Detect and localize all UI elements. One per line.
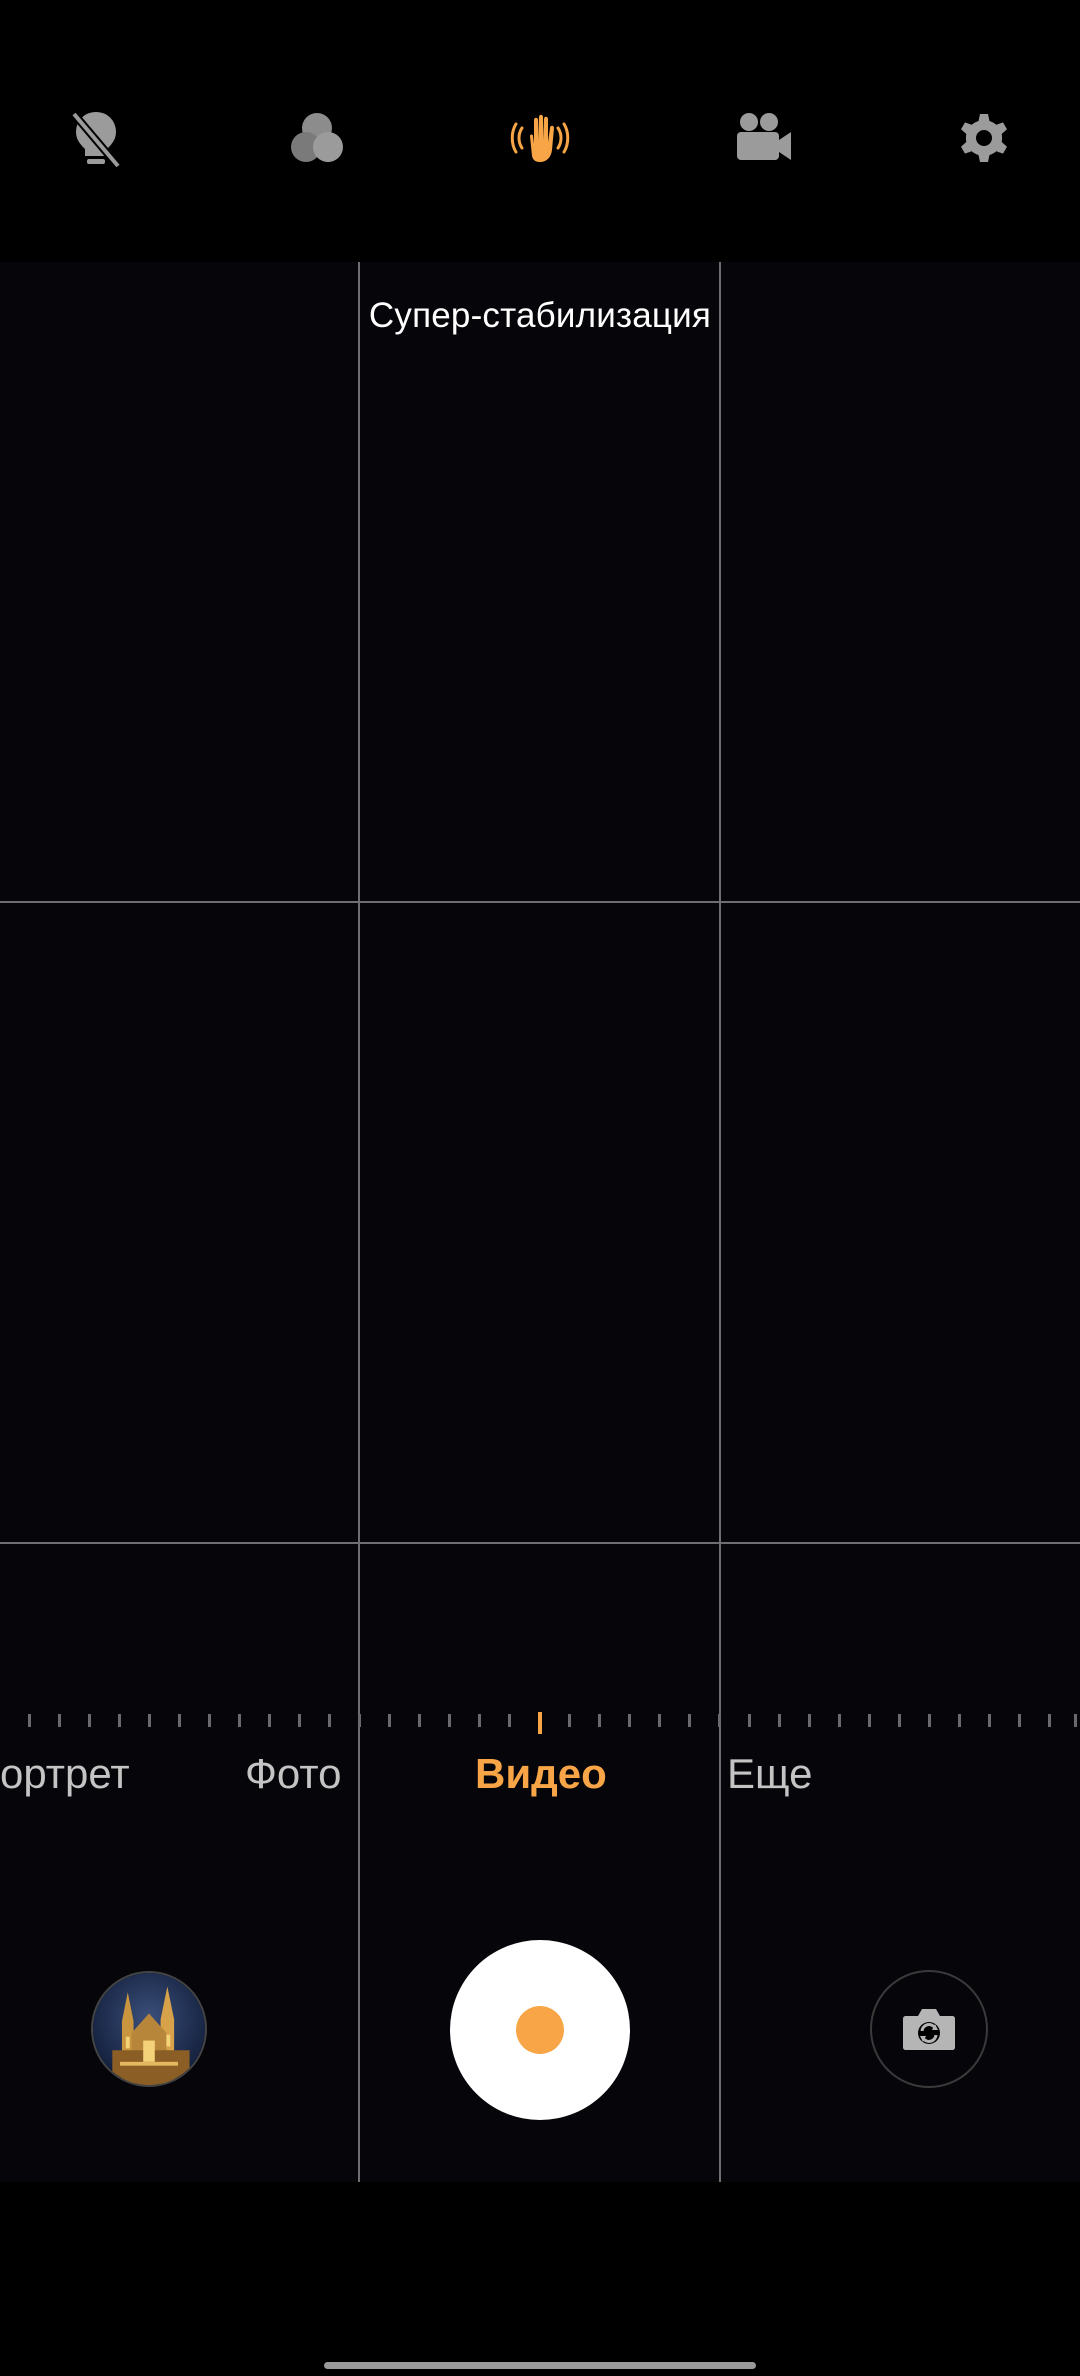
ruler-tick — [988, 1714, 991, 1727]
ruler-tick — [868, 1714, 871, 1727]
ruler-tick — [58, 1714, 61, 1727]
home-indicator[interactable] — [324, 2362, 756, 2369]
ruler-tick — [88, 1714, 91, 1727]
ruler-tick — [148, 1714, 151, 1727]
ruler-tick — [328, 1714, 331, 1727]
ruler-tick — [358, 1714, 361, 1727]
ruler-tick — [448, 1714, 451, 1727]
flash-off-glyph — [70, 111, 122, 169]
record-button[interactable] — [450, 1940, 630, 2120]
stabilization-mode-label: Супер-стабилизация — [368, 296, 712, 335]
ruler-tick — [778, 1714, 781, 1727]
ruler-tick — [298, 1714, 301, 1727]
ruler-tick — [418, 1714, 421, 1727]
ruler-tick — [838, 1714, 841, 1727]
zoom-ruler[interactable] — [0, 1712, 1080, 1734]
ruler-tick — [178, 1714, 181, 1727]
ruler-tick — [598, 1714, 601, 1727]
mode-video[interactable]: Видео — [475, 1750, 607, 1798]
mode-portrait[interactable]: ортрет — [0, 1750, 130, 1798]
gallery-thumbnail[interactable] — [91, 1971, 207, 2087]
filters-glyph — [291, 113, 343, 162]
ruler-tick — [508, 1714, 511, 1727]
switch-camera-icon — [903, 2009, 955, 2050]
ruler-tick — [898, 1714, 901, 1727]
cathedral-photo-thumbnail — [93, 1973, 205, 2085]
grid-line-vertical-1 — [358, 262, 360, 2182]
mode-photo[interactable]: Фото — [245, 1750, 342, 1798]
ruler-tick — [958, 1714, 961, 1727]
ruler-tick — [268, 1714, 271, 1727]
video-camera-glyph — [737, 113, 791, 160]
top-toolbar — [0, 0, 1080, 262]
flash-off-icon[interactable] — [58, 100, 134, 176]
ruler-tick — [1074, 1714, 1077, 1727]
ruler-tick — [718, 1714, 721, 1727]
stabilization-glyph — [510, 114, 570, 162]
ruler-tick — [1018, 1714, 1021, 1727]
settings-glyph — [961, 114, 1007, 162]
filters-icon[interactable] — [279, 100, 355, 176]
record-dot-icon — [516, 2006, 564, 2054]
grid-line-horizontal-2 — [0, 1542, 1080, 1544]
ruler-tick — [388, 1714, 391, 1727]
ruler-tick — [928, 1714, 931, 1727]
ruler-tick — [658, 1714, 661, 1727]
mode-more[interactable]: Еще — [727, 1750, 812, 1798]
grid-line-vertical-2 — [719, 262, 721, 2182]
ruler-tick — [208, 1714, 211, 1727]
ruler-current-marker — [538, 1712, 542, 1734]
grid-line-horizontal-1 — [0, 901, 1080, 903]
stabilization-icon[interactable] — [502, 100, 578, 176]
ruler-tick — [688, 1714, 691, 1727]
video-camera-icon[interactable] — [725, 100, 801, 176]
ruler-tick — [118, 1714, 121, 1727]
ruler-tick — [748, 1714, 751, 1727]
ruler-tick — [238, 1714, 241, 1727]
settings-icon[interactable] — [946, 100, 1022, 176]
ruler-tick — [1048, 1714, 1051, 1727]
camera-viewfinder[interactable] — [0, 262, 1080, 2182]
switch-camera-button[interactable] — [870, 1970, 988, 2088]
ruler-tick — [628, 1714, 631, 1727]
ruler-tick — [478, 1714, 481, 1727]
ruler-tick — [808, 1714, 811, 1727]
ruler-tick — [568, 1714, 571, 1727]
ruler-tick — [28, 1714, 31, 1727]
